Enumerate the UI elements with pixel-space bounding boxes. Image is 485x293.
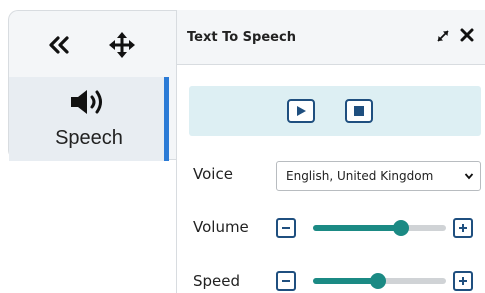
speed-slider-thumb[interactable] xyxy=(370,273,387,289)
minus-icon xyxy=(282,280,290,282)
plus-icon xyxy=(459,277,467,285)
volume-slider-fill xyxy=(313,225,401,231)
chevron-down-icon xyxy=(464,173,474,180)
playback-controls xyxy=(189,86,481,136)
speed-increase-button[interactable] xyxy=(453,271,473,291)
close-icon[interactable] xyxy=(459,27,475,47)
expand-icon[interactable] xyxy=(435,28,451,48)
speed-decrease-button[interactable] xyxy=(276,271,296,291)
minus-icon xyxy=(282,227,290,229)
speed-label: Speed xyxy=(193,272,241,290)
play-button[interactable] xyxy=(287,99,315,123)
volume-decrease-button[interactable] xyxy=(276,218,296,238)
volume-increase-button[interactable] xyxy=(453,218,473,238)
speech-tab[interactable]: Speech xyxy=(9,77,169,161)
double-chevron-left-icon[interactable] xyxy=(43,29,75,61)
stop-icon xyxy=(354,106,364,116)
volume-slider-thumb[interactable] xyxy=(392,220,409,236)
panel-header: Text To Speech xyxy=(177,10,485,65)
volume-label: Volume xyxy=(193,218,249,236)
voice-select[interactable]: English, United Kingdom xyxy=(276,161,481,191)
move-arrows-icon[interactable] xyxy=(106,29,138,61)
speech-tab-label: Speech xyxy=(55,127,123,149)
tool-strip: Speech xyxy=(8,10,176,161)
stop-button[interactable] xyxy=(345,99,373,123)
speed-slider[interactable] xyxy=(313,273,446,289)
play-icon xyxy=(297,106,306,116)
panel-title: Text To Speech xyxy=(187,30,296,45)
speaker-icon xyxy=(69,87,109,121)
text-to-speech-panel: Text To Speech Voice English, United Kin… xyxy=(176,10,485,293)
plus-icon xyxy=(459,224,467,232)
volume-slider[interactable] xyxy=(313,220,446,236)
speed-slider-fill xyxy=(313,278,379,284)
voice-selected-value: English, United Kingdom xyxy=(286,169,434,183)
voice-label: Voice xyxy=(193,165,233,183)
tool-strip-top xyxy=(9,11,169,75)
